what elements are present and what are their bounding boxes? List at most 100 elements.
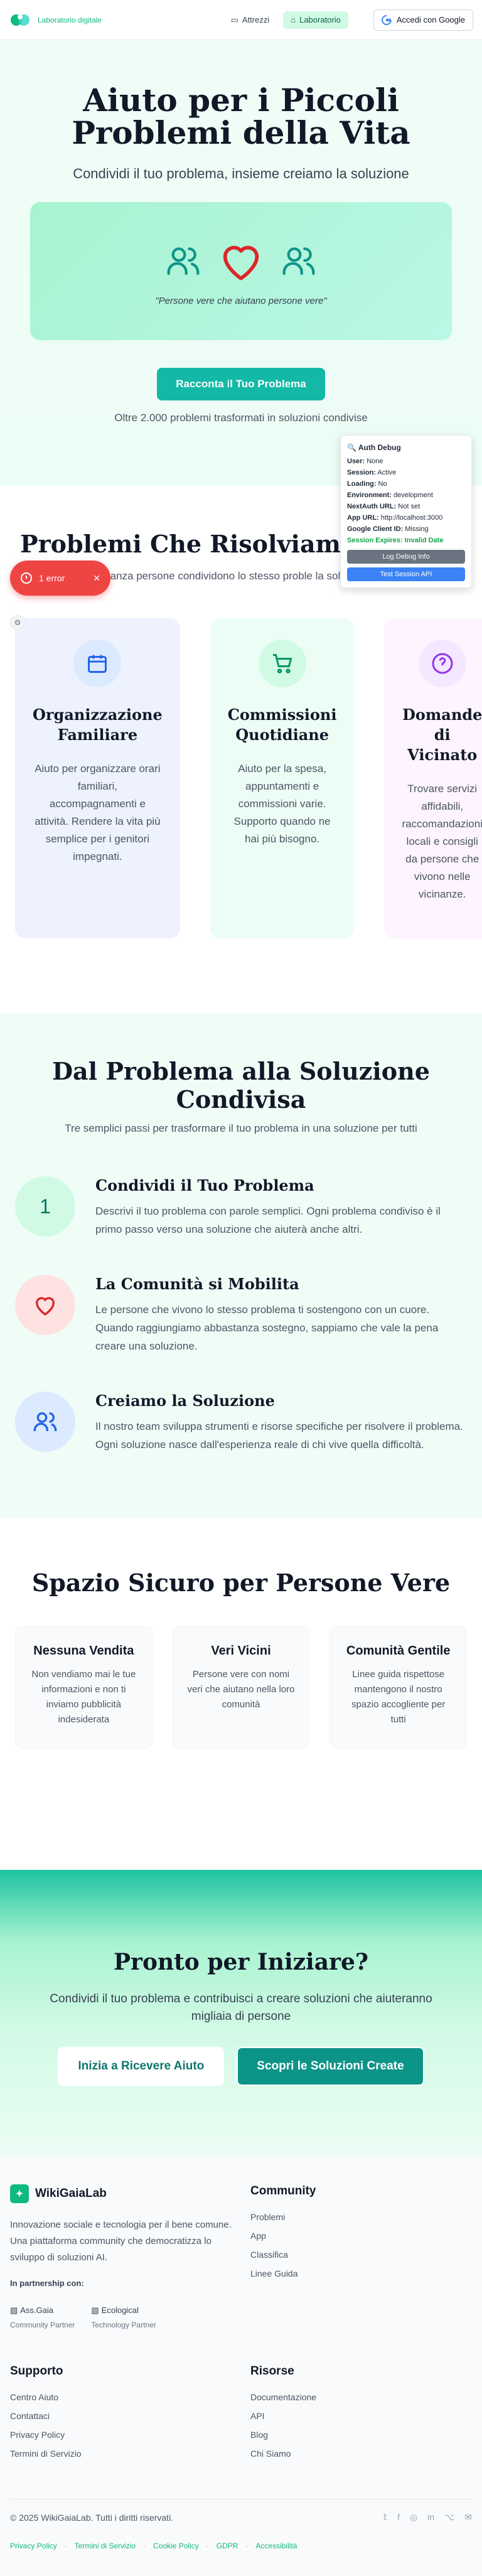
nav-label: Laboratorio [299,15,341,24]
partner-item[interactable]: ▧ Ass.Gaia Community Partner [10,2305,75,2329]
hero-section: Aiuto per i Piccoli Problemi della Vita … [0,40,482,486]
discover-solutions-button[interactable]: Scopri le Soluzioni Create [237,2047,424,2086]
folder-icon: ▭ [230,14,238,24]
footer-link[interactable]: Chi Siamo [250,2449,472,2459]
card-text: Trovare servizi affidabili, raccomandazi… [402,783,482,900]
steps-section: Dal Problema alla Soluzione Condivisa Tr… [0,1013,482,1518]
legal-link[interactable]: Termini di Servizio [75,2541,136,2550]
footer-link[interactable]: Problemi [250,2212,472,2222]
steps-subtitle: Tre semplici passi per trasformare il tu… [65,1122,417,1134]
footer-link[interactable]: Contattaci [10,2411,232,2421]
partner-item[interactable]: ▧ Ecological Technology Partner [91,2305,156,2329]
problem-card[interactable]: Domande di Vicinato Trovare servizi affi… [384,618,482,938]
safe-card: Comunità Gentile Linee guida rispettose … [329,1626,468,1749]
step-text: Le persone che vivono lo stesso problema… [95,1304,439,1352]
partnership-title: In partnership con: [10,2278,84,2288]
step-title: Condividi il Tuo Problema [95,1176,314,1194]
footer-link[interactable]: Classifica [250,2250,472,2260]
debug-row: NextAuth URL: Not set [347,503,420,510]
footer-link[interactable]: Blog [250,2430,472,2440]
problem-card[interactable]: Organizzazione Familiare Aiuto per organ… [15,618,180,938]
debug-row: Google Client ID: Missing [347,525,429,533]
debug-row: Session: Active [347,469,397,476]
step-item: 1 Condividi il Tuo Problema Descrivi il … [15,1176,467,1238]
debug-row: Loading: No [347,480,387,488]
debug-row: User: None [347,458,383,465]
users-icon [167,247,200,275]
google-login-button[interactable]: Accedi con Google [373,9,473,31]
users-icon [282,247,315,275]
problem-card[interactable]: Commissioni Quotidiane Aiuto per la spes… [210,618,355,938]
hero-title: Aiuto per i Piccoli Problemi della Vita [72,82,410,151]
footer-brand[interactable]: ✦ WikiGaiaLab [10,2184,232,2203]
top-header: Laboratorio digitale ▭ Attrezzi ⌂ Labora… [0,0,482,40]
footer-link[interactable]: API [250,2411,472,2421]
step-item: Creiamo la Soluzione Il nostro team svil… [15,1392,467,1454]
legal-link[interactable]: Cookie Policy [153,2541,199,2550]
nav-laboratorio[interactable]: ⌂ Laboratorio [283,11,348,29]
community-title: Community [250,2184,316,2198]
card-title: Commissioni Quotidiane [227,706,337,744]
auth-debug-panel: 🔍 Auth Debug User: None Session: Active … [340,435,472,588]
instagram-icon[interactable]: ◎ [410,2512,417,2523]
alert-icon [21,572,32,584]
dev-tools-icon[interactable]: ⚙ [10,615,25,630]
footer-link[interactable]: Privacy Policy [10,2430,232,2440]
hero-illustration-card: "Persone vere che aiutano persone vere" [30,202,452,340]
hero-subtitle: Condividi il tuo problema, insieme creia… [73,166,409,181]
email-icon[interactable]: ✉ [464,2512,472,2523]
broken-image-icon: ▧ [91,2305,99,2315]
safe-card-text: Non vendiamo mai le tue informazioni e n… [31,1669,136,1725]
footer: ✦ WikiGaiaLab Innovazione sociale e tecn… [0,2155,482,2576]
partner-image-alt: Ass.Gaia [20,2305,54,2315]
step-number: 1 [15,1176,75,1237]
close-icon[interactable]: ✕ [93,573,100,584]
step-title: La Comunità si Mobilita [95,1275,299,1293]
facebook-icon[interactable]: f [397,2512,400,2523]
footer-link[interactable]: Termini di Servizio [10,2449,232,2459]
card-title: Organizzazione Familiare [33,706,163,744]
heart-icon [223,245,259,280]
nav-attrezzi[interactable]: ▭ Attrezzi [223,11,277,29]
legal-link[interactable]: GDPR [217,2541,238,2550]
legal-link[interactable]: Privacy Policy [10,2541,57,2550]
hero-stat: Oltre 2.000 problemi trasformati in solu… [114,412,368,424]
linkedin-icon[interactable]: in [427,2512,434,2523]
footer-bottom: © 2025 WikiGaiaLab. Tutti i diritti rise… [10,2499,472,2523]
main-nav: ▭ Attrezzi ⌂ Laboratorio [223,11,348,29]
test-session-button[interactable]: Test Session API [347,567,465,581]
safe-card: Veri Vicini Persone vere con nomi veri c… [172,1626,310,1749]
copyright: © 2025 WikiGaiaLab. Tutti i diritti rise… [10,2512,174,2523]
debug-title: 🔍 Auth Debug [347,443,401,452]
footer-link[interactable]: Linee Guida [250,2268,472,2278]
cta-subtitle: Condividi il tuo problema e contribuisci… [50,1992,432,2023]
resources-title: Risorse [250,2364,294,2378]
logo[interactable]: Laboratorio digitale [9,11,102,29]
error-indicator[interactable]: 1 error ✕ [10,561,110,596]
start-help-button[interactable]: Inizia a Ricevere Aiuto [58,2047,225,2086]
partner-caption: Technology Partner [91,2321,156,2329]
card-text: Aiuto per organizzare orari familiari, a… [35,763,161,862]
share-problem-button[interactable]: Racconta il Tuo Problema [157,368,325,400]
card-text: Aiuto per la spesa, appuntamenti e commi… [233,763,331,845]
legal-link[interactable]: Accessibilità [255,2541,297,2550]
home-icon: ⌂ [291,15,296,24]
support-title: Supporto [10,2364,63,2378]
github-icon[interactable]: ⌥ [444,2512,454,2523]
step-title: Creiamo la Soluzione [95,1392,275,1410]
question-icon [432,653,453,674]
logo-icon [11,14,29,26]
footer-link[interactable]: App [250,2231,472,2241]
step-item: La Comunità si Mobilita Le persone che v… [15,1275,467,1355]
footer-link[interactable]: Centro Aiuto [10,2392,232,2402]
broken-image-icon: ▧ [10,2305,18,2315]
twitter-icon[interactable]: 𝕥 [383,2512,388,2523]
cta-section: Pronto per Iniziare? Condividi il tuo pr… [0,1870,482,2155]
leaf-icon: ✦ [10,2184,29,2203]
log-debug-button[interactable]: Log Debug Info [347,550,465,564]
users-icon [33,1412,57,1431]
footer-link[interactable]: Documentazione [250,2392,472,2402]
error-label: 1 error [39,573,65,583]
hero-quote: "Persone vere che aiutano persone vere" [155,295,327,306]
nav-label: Attrezzi [242,15,270,24]
